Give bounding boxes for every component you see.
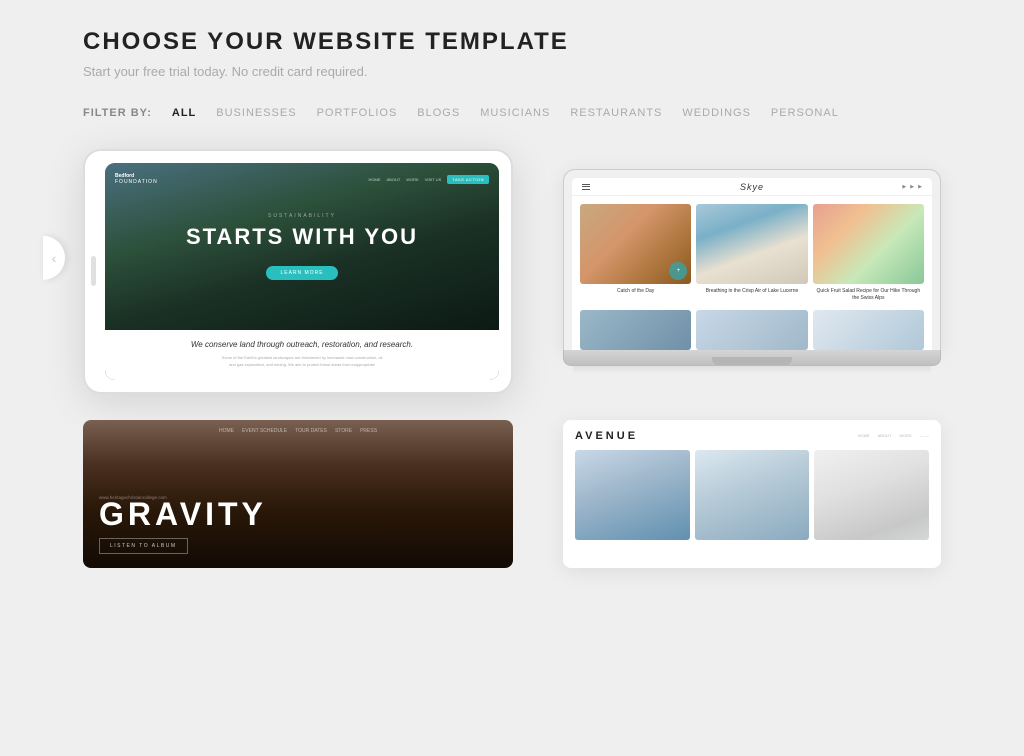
filter-blogs[interactable]: BLOGS — [417, 107, 460, 119]
avenue-image-grid — [575, 450, 929, 540]
avenue-img-2 — [695, 450, 810, 540]
filter-musicians[interactable]: MUSICIANS — [480, 107, 550, 119]
gravity-nav: HOMEEVENT SCHEDULETOUR DATESSTOREPRESS — [83, 428, 513, 434]
bedford-logo: BedfordFOUNDATION — [115, 173, 363, 185]
template-bedford[interactable]: BedfordFOUNDATION HOMEABOUTWORKVISIT US … — [83, 149, 513, 394]
filter-bar: FILTER BY: ALL BUSINESSES PORTFOLIOS BLO… — [83, 107, 941, 119]
skye-logo: Skye — [740, 182, 764, 192]
template-avenue[interactable]: AVENUE HOMEABOUTWORK— — — [563, 420, 941, 568]
page-container: CHOOSE YOUR WEBSITE TEMPLATE Start your … — [0, 0, 1024, 756]
avenue-img-3 — [814, 450, 929, 540]
avenue-nav-links: HOMEABOUTWORK— — — [858, 433, 929, 438]
filter-weddings[interactable]: WEDDINGS — [682, 107, 751, 119]
bedford-bottom-text: Some of the Earth's greatest landscapes … — [125, 355, 479, 368]
avenue-nav: AVENUE HOMEABOUTWORK— — — [575, 430, 929, 442]
scroll-left-indicator[interactable]: ‹ — [43, 236, 65, 280]
bedford-bottom-title: We conserve land through outreach, resto… — [125, 340, 479, 349]
page-title: CHOOSE YOUR WEBSITE TEMPLATE — [83, 28, 941, 56]
bedford-nav-links: HOMEABOUTWORKVISIT US — [369, 177, 442, 182]
avenue-img-1 — [575, 450, 690, 540]
filter-all[interactable]: ALL — [172, 107, 196, 119]
gravity-url: www.heritagechristiancollege.com — [99, 495, 167, 500]
skye-post-3[interactable]: Quick Fruit Salad Recipe for Our Hike Th… — [813, 204, 924, 302]
gravity-title: GRAVITY — [99, 498, 497, 530]
filter-businesses[interactable]: BUSINESSES — [216, 107, 296, 119]
filter-label: FILTER BY: — [83, 107, 152, 119]
filter-restaurants[interactable]: RESTAURANTS — [570, 107, 662, 119]
filter-portfolios[interactable]: PORTFOLIOS — [317, 107, 398, 119]
skye-post-2-title: Breathing in the Crisp Air of Lake Lucer… — [696, 288, 807, 295]
gravity-cta[interactable]: LISTEN TO ALBUM — [99, 538, 188, 554]
bedford-cta-nav[interactable]: TAKE ACTION — [447, 175, 489, 184]
skye-post-2[interactable]: Breathing in the Crisp Air of Lake Lucer… — [696, 204, 807, 302]
filter-personal[interactable]: PERSONAL — [771, 107, 839, 119]
skye-post-3-title: Quick Fruit Salad Recipe for Our Hike Th… — [813, 288, 924, 302]
skye-post-1[interactable]: + Catch of the Day — [580, 204, 691, 302]
template-skye[interactable]: Skye ▶ ▶ ▶ + — [563, 169, 941, 394]
skye-hamburger-icon[interactable] — [582, 184, 590, 190]
bedford-tagline: SUSTAINABILITY — [115, 213, 489, 219]
template-gravity[interactable]: HOMEEVENT SCHEDULETOUR DATESSTOREPRESS w… — [83, 420, 513, 568]
skye-post-1-title: Catch of the Day — [580, 288, 691, 295]
bedford-learn-btn[interactable]: LEARN MORE — [266, 266, 337, 280]
bedford-hero-title: STARTS WITH YOU — [115, 225, 489, 249]
skye-social-icons: ▶ ▶ ▶ — [902, 184, 922, 190]
page-subtitle: Start your free trial today. No credit c… — [83, 64, 941, 79]
avenue-logo: AVENUE — [575, 430, 638, 442]
laptop-base — [563, 350, 941, 366]
chevron-left-icon: ‹ — [52, 250, 57, 266]
